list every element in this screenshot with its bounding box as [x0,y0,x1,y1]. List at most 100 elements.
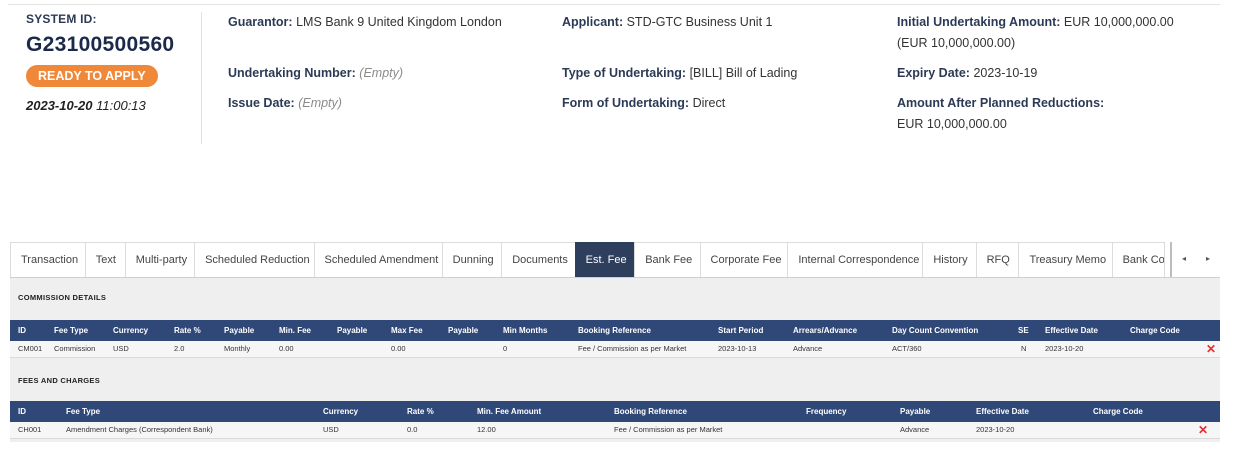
column-header: Payable [448,326,479,335]
tab-transaction[interactable]: Transaction [10,242,86,277]
issue-date-value: (Empty) [298,96,342,110]
tab-corporate-fee[interactable]: Corporate Fee [699,242,789,277]
undertaking-number-label: Undertaking Number: [228,66,356,80]
column-header: ID [18,326,26,335]
table-cell: Fee / Commission as per Market [614,425,723,434]
table-cell: N [1021,344,1027,353]
table-cell: Advance [900,425,930,434]
table-cell: Advance [793,344,823,353]
commission-details-title: COMMISSION DETAILS [18,293,107,302]
tab-treasury-memo[interactable]: Treasury Memo [1018,242,1113,277]
tab-rfq[interactable]: RFQ [975,242,1020,277]
applicant-field: Applicant: STD-GTC Business Unit 1 [562,12,772,33]
column-header: Max Fee [391,326,423,335]
column-header: Currency [113,326,149,335]
initial-amount-label: Initial Undertaking Amount: [897,15,1061,29]
table-cell: 2023-10-20 [1045,344,1084,353]
table-cell: 0.00 [279,344,294,353]
tab-dunning[interactable]: Dunning [441,242,503,277]
column-header: Fee Type [54,326,89,335]
delete-icon[interactable]: ✕ [1197,423,1209,437]
expiry-date-field: Expiry Date: 2023-10-19 [897,63,1037,84]
column-header: Booking Reference [614,407,687,416]
undertaking-form-field: Form of Undertaking: Direct [562,93,725,114]
system-id-label: SYSTEM ID: [26,12,97,26]
undertaking-type-value: [BILL] Bill of Lading [689,66,798,80]
tab-multi-party[interactable]: Multi-party [124,242,196,277]
tab-scroll-right-icon[interactable]: ▸ [1196,242,1220,277]
tab-bank-correspondence[interactable]: Bank Corr [1111,242,1165,277]
column-header: Rate % [407,407,434,416]
column-header: Min. Fee Amount [477,407,542,416]
system-id-block: SYSTEM ID: G23100500560 READY TO APPLY 2… [26,12,196,113]
column-header: Charge Code [1130,326,1180,335]
column-header: Effective Date [976,407,1029,416]
column-header: Min. Fee [279,326,312,335]
table-row[interactable]: CM001 Commission USD 2.0 Monthly 0.00 0.… [10,341,1220,358]
tab-scheduled-reduction[interactable]: Scheduled Reduction [194,242,315,277]
table-cell: USD [113,344,129,353]
initial-amount-equivalent: (EUR 10,000,000.00) [897,36,1016,50]
column-header: Frequency [806,407,847,416]
tab-history[interactable]: History [922,242,977,277]
undertaking-type-field: Type of Undertaking: [BILL] Bill of Ladi… [562,63,797,84]
table-cell: Amendment Charges (Correspondent Bank) [66,425,213,434]
timestamp-date: 2023-10-20 [26,98,93,113]
guarantor-value: LMS Bank 9 United Kingdom London [296,15,502,29]
table-cell: Fee / Commission as per Market [578,344,687,353]
guarantor-field: Guarantor: LMS Bank 9 United Kingdom Lon… [228,12,502,33]
tab-bar: Transaction Text Multi-party Scheduled R… [10,242,1220,278]
issue-date-field: Issue Date: (Empty) [228,93,342,114]
column-header: Min Months [503,326,548,335]
issue-date-label: Issue Date: [228,96,295,110]
undertaking-form-value: Direct [692,96,726,110]
table-cell: CH001 [18,425,42,434]
amount-after-reductions-label: Amount After Planned Reductions: [897,96,1105,110]
applicant-label: Applicant: [562,15,624,29]
timestamp: 2023-10-20 11:00:13 [26,98,196,113]
column-header: Arrears/Advance [793,326,858,335]
top-divider [8,4,1220,5]
column-header: Day Count Convention [892,326,979,335]
delete-icon[interactable]: ✕ [1205,342,1217,356]
initial-amount-field: Initial Undertaking Amount: EUR 10,000,0… [897,12,1217,54]
guarantor-label: Guarantor: [228,15,293,29]
table-cell: 12.00 [477,425,496,434]
table-cell: USD [323,425,339,434]
system-id-value: G23100500560 [26,33,175,56]
tab-internal-correspondence[interactable]: Internal Correspondence [787,242,924,277]
tab-scheduled-amendment[interactable]: Scheduled Amendment [313,242,443,277]
table-row[interactable]: CH001 Amendment Charges (Correspondent B… [10,422,1220,439]
initial-amount-value: EUR 10,000,000.00 [1063,15,1174,29]
table-cell: 0.00 [391,344,406,353]
table-cell: Commission [54,344,96,353]
tab-bank-fee[interactable]: Bank Fee [634,242,701,277]
expiry-date-value: 2023-10-19 [973,66,1038,80]
fees-table-header: ID Fee Type Currency Rate % Min. Fee Amo… [10,401,1220,422]
est-fee-panel: COMMISSION DETAILS ID Fee Type Currency … [10,278,1220,442]
amount-after-reductions-value: EUR 10,000,000.00 [897,117,1007,131]
table-cell: CM001 [18,344,43,353]
tab-scroll-controls: ◂ ▸ [1170,242,1220,277]
undertaking-form-label: Form of Undertaking: [562,96,690,110]
tab-est-fee[interactable]: Est. Fee [574,242,636,277]
column-header: Payable [337,326,368,335]
commission-table-header: ID Fee Type Currency Rate % Payable Min.… [10,320,1220,341]
table-cell: 2.0 [174,344,185,353]
tab-documents[interactable]: Documents [501,242,576,277]
table-cell: Monthly [224,344,251,353]
timestamp-time: 11:00:13 [96,98,146,113]
column-header: SE [1018,326,1029,335]
header-divider [201,12,202,144]
table-cell: 0.0 [407,425,418,434]
tab-scroll-left-icon[interactable]: ◂ [1172,242,1196,277]
tab-text[interactable]: Text [84,242,126,277]
column-header: Rate % [174,326,201,335]
amount-after-reductions-field: Amount After Planned Reductions: EUR 10,0… [897,93,1104,135]
column-header: ID [18,407,26,416]
column-header: Start Period [718,326,764,335]
applicant-value: STD-GTC Business Unit 1 [626,15,773,29]
column-header: Payable [224,326,255,335]
fees-and-charges-title: FEES AND CHARGES [18,376,101,385]
column-header: Effective Date [1045,326,1098,335]
